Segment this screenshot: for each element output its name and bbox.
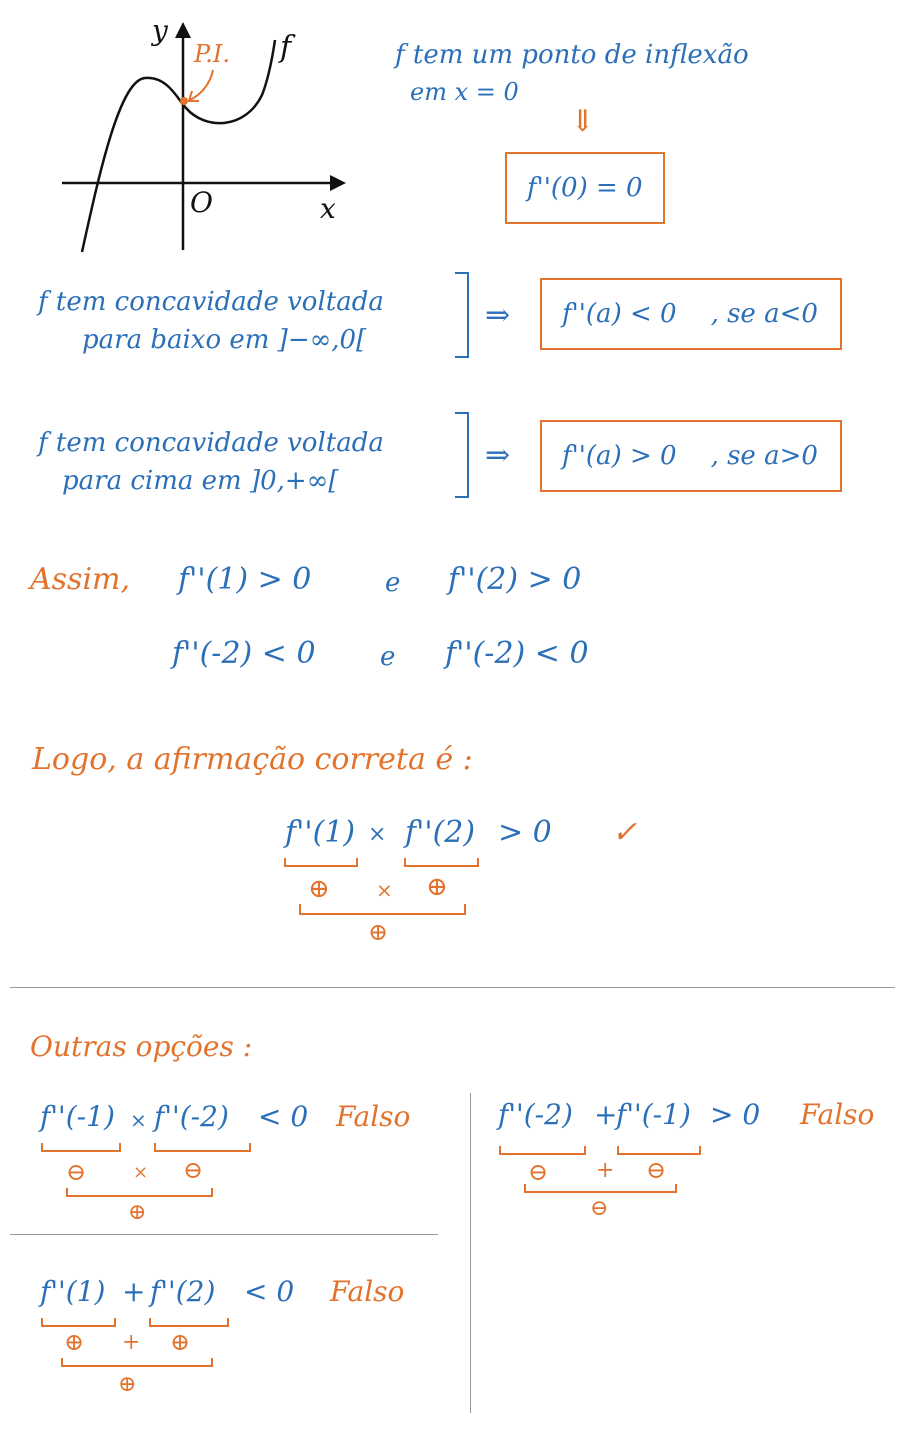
opt1-sign-2: ⊖ (183, 1156, 204, 1184)
inflection-line-1: f tem um ponto de inflexão (395, 40, 749, 70)
logo-sign-times: × (376, 878, 393, 902)
concave-down-implies: ⇒ (485, 298, 511, 333)
pi-pointer-arrow (189, 69, 214, 101)
opt2-a: f''(-2) (498, 1098, 573, 1131)
opt2-sign-2: ⊖ (646, 1156, 667, 1184)
concave-down-bracket (455, 272, 469, 358)
opt2-sign-1: ⊖ (528, 1158, 549, 1186)
options-horizontal-divider (10, 1234, 438, 1235)
assim-row1-b: f''(2) > 0 (448, 562, 582, 597)
concave-up-line-1: f tem concavidade voltada (38, 428, 384, 458)
outras-title: Outras opções : (30, 1030, 253, 1063)
function-curve (80, 39, 277, 253)
opt3-b: f''(2) (150, 1275, 216, 1308)
opt3-sign-result: ⊕ (118, 1372, 137, 1397)
opt2-rel: > 0 (710, 1098, 761, 1131)
inflection-line-2: em x = 0 (410, 78, 519, 106)
opt3-rel: < 0 (244, 1275, 295, 1308)
assim-row2-a: f''(-2) < 0 (172, 636, 316, 671)
opt1-verdict: Falso (336, 1100, 411, 1133)
opt3-sign-2: ⊕ (170, 1328, 191, 1356)
assim-row2-b: f''(-2) < 0 (445, 636, 589, 671)
x-axis-label: x (320, 192, 336, 225)
opt1-sign-result: ⊕ (128, 1200, 147, 1225)
opt1-b: f''(-2) (154, 1100, 229, 1133)
logo-f1: f''(1) (285, 815, 356, 850)
concave-down-result-cond: , se a<0 (710, 299, 818, 329)
logo-times: × (368, 822, 387, 847)
assim-row2-e: e (380, 642, 396, 672)
opt3-verdict: Falso (330, 1275, 405, 1308)
opt1-sign-1: ⊖ (66, 1158, 87, 1186)
opt2-b: f''(-1) (616, 1098, 691, 1131)
assim-row1-a: f''(1) > 0 (178, 562, 312, 597)
concave-down-line-2: para baixo em ]−∞,0[ (82, 325, 367, 355)
opt2-verdict: Falso (800, 1098, 875, 1131)
assim-row1-e: e (385, 568, 401, 598)
function-label: f (280, 30, 292, 65)
y-axis-label: y (152, 14, 168, 47)
opt2-sign-result: ⊖ (590, 1196, 609, 1221)
concave-up-bracket (455, 412, 469, 498)
inflection-result: f''(0) = 0 (527, 173, 643, 203)
opt3-sign-op: + (122, 1330, 141, 1355)
logo-gt: > 0 (498, 815, 552, 850)
concave-up-line-2: para cima em ]0,+∞[ (62, 466, 339, 496)
concave-down-line-1: f tem concavidade voltada (38, 287, 384, 317)
opt3-op: + (122, 1275, 146, 1308)
concave-up-result-cond: , se a>0 (710, 441, 818, 471)
concave-down-result-expr: f''(a) < 0 (562, 299, 677, 329)
opt2-sign-op: + (596, 1158, 615, 1183)
section-divider (10, 987, 895, 988)
inflection-point-label: P.I. (194, 40, 231, 68)
options-vertical-divider (470, 1093, 471, 1413)
check-icon: ✓ (612, 815, 638, 850)
inflection-point (180, 97, 188, 105)
opt3-a: f''(1) (40, 1275, 106, 1308)
opt1-a: f''(-1) (40, 1100, 115, 1133)
logo-f2: f''(2) (405, 815, 476, 850)
y-axis-arrow-icon (175, 22, 191, 38)
opt1-sign-op: × (133, 1162, 149, 1183)
concave-down-result-box: f''(a) < 0 , se a<0 (540, 278, 842, 350)
logo-sign-1: ⊕ (308, 874, 330, 904)
opt1-rel: < 0 (258, 1100, 309, 1133)
origin-label: O (190, 186, 213, 219)
assim-word: Assim, (30, 562, 131, 597)
x-axis-arrow-icon (330, 175, 346, 191)
inflection-result-box: f''(0) = 0 (505, 152, 665, 224)
opt2-op: + (594, 1098, 618, 1131)
opt3-sign-1: ⊕ (64, 1328, 85, 1356)
concave-up-implies: ⇒ (485, 438, 511, 473)
implies-down-arrow-icon: ⇓ (570, 104, 596, 139)
logo-sign-result: ⊕ (368, 918, 389, 946)
logo-text: Logo, a afirmação correta é : (32, 742, 473, 777)
logo-sign-2: ⊕ (426, 872, 448, 902)
opt1-op: × (130, 1108, 147, 1132)
concave-up-result-box: f''(a) > 0 , se a>0 (540, 420, 842, 492)
concave-up-result-expr: f''(a) > 0 (562, 441, 677, 471)
